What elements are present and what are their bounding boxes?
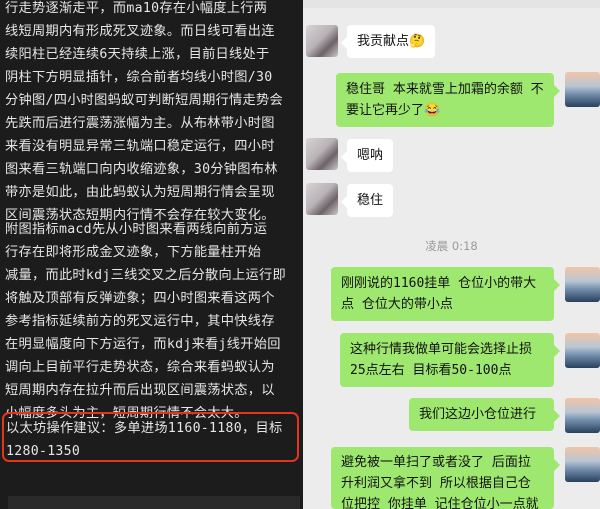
chart-thumbnail-strip [8,496,300,509]
chat-message[interactable]: 这种行情我做单可能会选择止损 25点左右 目标看50-100点 [340,333,560,387]
chat-message[interactable]: 嗯呐 [340,139,394,172]
chat-message[interactable]: 避免被一单扫了或者没了 后面拉 升利润又拿不到 所以根据自己仓 位把控 你挂单 … [331,447,560,509]
article-panel: 行走势逐渐走平，而ma10存在小幅度上行两 线短周期内有形成死叉迹象。而日线可看… [0,0,303,509]
avatar[interactable] [565,72,600,107]
avatar[interactable] [565,447,600,482]
chat-panel: 我贡献点🤔 稳住哥 本来就雪上加霜的余额 不 要让它再少了😂 嗯呐 稳住 凌晨 … [303,0,600,509]
avatar[interactable] [565,267,600,302]
chat-message[interactable]: 我贡献点🤔 [340,25,436,58]
timestamp: 凌晨 0:18 [425,239,478,253]
chat-message[interactable]: 刚刚说的1160挂单 仓位小的带大 点 仓位大的带小点 [331,267,560,321]
chat-message[interactable]: 稳住 [340,184,394,217]
analysis-paragraph-2: 附图指标macd先从小时图来看两线向前方运 行存在即将形成金叉迹象，下方能量柱开… [5,222,286,421]
chat-message[interactable]: 稳住哥 本来就雪上加霜的余额 不 要让它再少了😂 [336,73,560,127]
avatar[interactable] [565,333,600,368]
previous-message-edge [303,0,600,8]
trade-advice: 以太坊操作建议：多单进场1160-1180，目标 1280-1350 [6,421,283,459]
avatar[interactable] [565,398,600,433]
chat-message[interactable]: 我们这边小仓位进行 [409,398,560,431]
avatar[interactable] [306,25,338,57]
avatar[interactable] [306,183,338,215]
avatar[interactable] [306,138,338,170]
analysis-paragraph-1: 行走势逐渐走平，而ma10存在小幅度上行两 线短周期内有形成死叉迹象。而日线可看… [5,1,283,223]
